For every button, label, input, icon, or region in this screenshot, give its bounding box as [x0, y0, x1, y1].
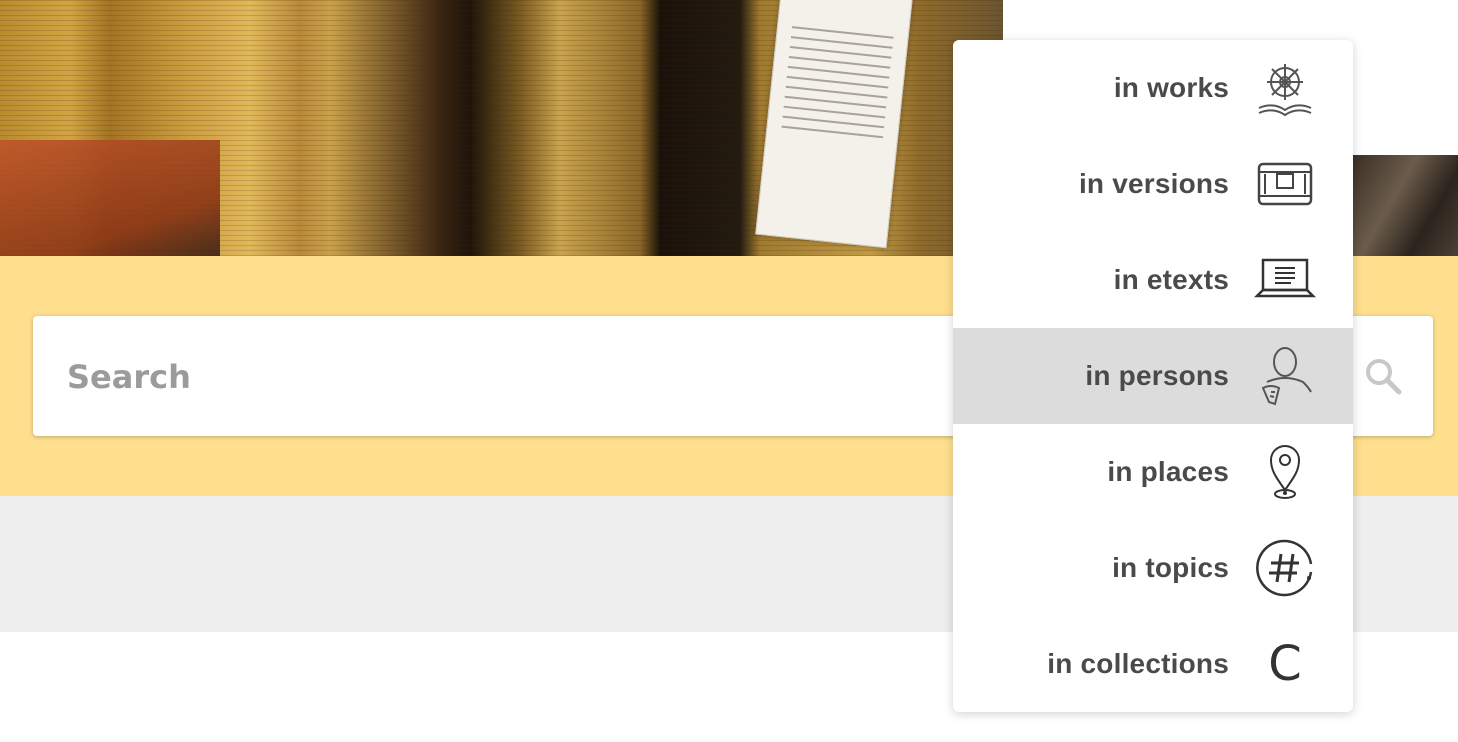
- text-box-icon: [1253, 152, 1317, 216]
- hashtag-icon: [1253, 536, 1317, 600]
- dropdown-item-versions[interactable]: in versions: [953, 136, 1353, 232]
- dropdown-item-label: in persons: [1085, 360, 1229, 391]
- dropdown-item-label: in topics: [1112, 552, 1229, 583]
- dropdown-item-label: in works: [1113, 72, 1229, 103]
- hero-red-box: [0, 140, 220, 256]
- hero-image: [0, 0, 1003, 256]
- dropdown-item-topics[interactable]: in topics: [953, 520, 1353, 616]
- laptop-icon: [1253, 248, 1317, 312]
- dropdown-item-label: in versions: [1078, 168, 1229, 199]
- dropdown-item-persons[interactable]: in persons: [953, 328, 1353, 424]
- dropdown-item-works[interactable]: in works: [953, 40, 1353, 136]
- hero-image-right: [1353, 155, 1458, 256]
- dropdown-item-label: in collections: [1047, 648, 1229, 679]
- collection-glyph: C: [1268, 636, 1302, 692]
- dropdown-item-etexts[interactable]: in etexts: [953, 232, 1353, 328]
- collection-icon: C: [1253, 632, 1317, 696]
- dharma-wheel-book-icon: [1253, 56, 1317, 120]
- hero-label-card: [755, 0, 913, 249]
- search-scope-dropdown: in works in versions in etexts in person…: [953, 40, 1353, 712]
- dropdown-item-label: in etexts: [1113, 264, 1229, 295]
- search-icon[interactable]: [1363, 356, 1403, 396]
- dropdown-item-places[interactable]: in places: [953, 424, 1353, 520]
- search-input[interactable]: [65, 316, 969, 438]
- dropdown-item-label: in places: [1107, 456, 1229, 487]
- person-icon: [1253, 344, 1317, 408]
- map-pin-icon: [1253, 440, 1317, 504]
- dropdown-item-collections[interactable]: in collections C: [953, 616, 1353, 712]
